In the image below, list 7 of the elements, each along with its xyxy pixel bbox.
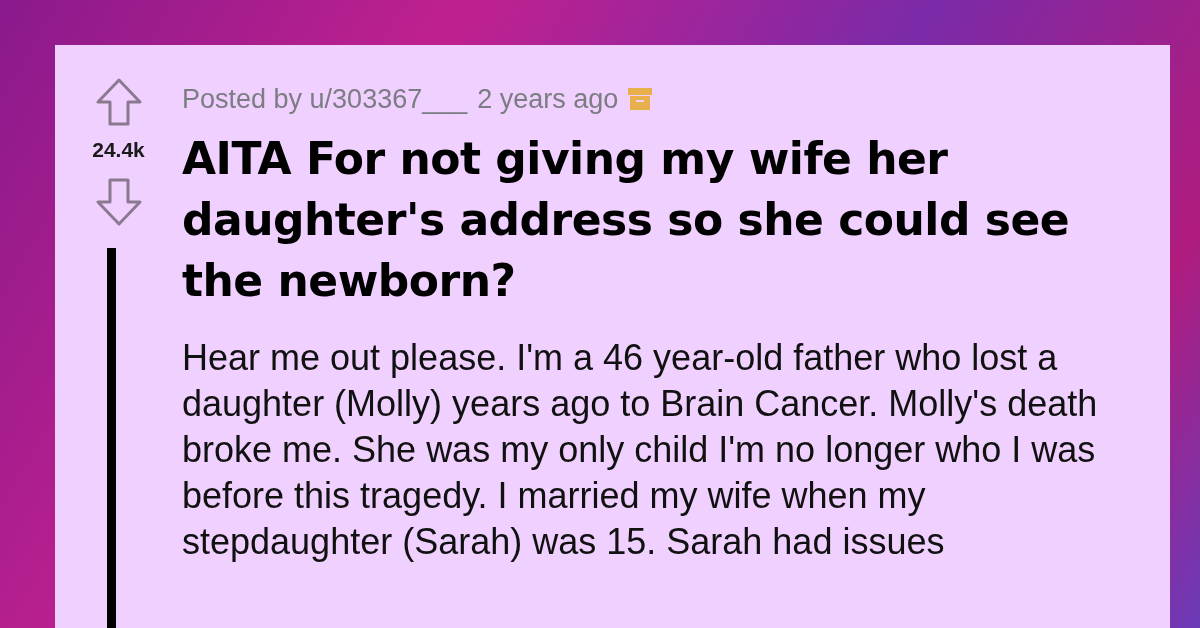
vote-count: 24.4k: [92, 137, 145, 163]
post-body: Hear me out please. I'm a 46 year-old father who lost a daughter (Molly) years ago to Brain Cancer. Molly's death broke me. She was my only child I'm no longer who I was before this tragedy. I married my wife when my stepdaughter (Sarah) was 15. Sarah had issues: [182, 335, 1099, 564]
upvote-arrow-icon[interactable]: [95, 78, 142, 126]
post-title: AITA For not giving my wife her daughter's address so she could see the newborn?: [182, 131, 1071, 308]
post-age: 2 years ago: [477, 83, 619, 116]
downvote-arrow-icon[interactable]: [95, 177, 142, 226]
post-author[interactable]: Posted by u/303367___: [182, 79, 468, 120]
